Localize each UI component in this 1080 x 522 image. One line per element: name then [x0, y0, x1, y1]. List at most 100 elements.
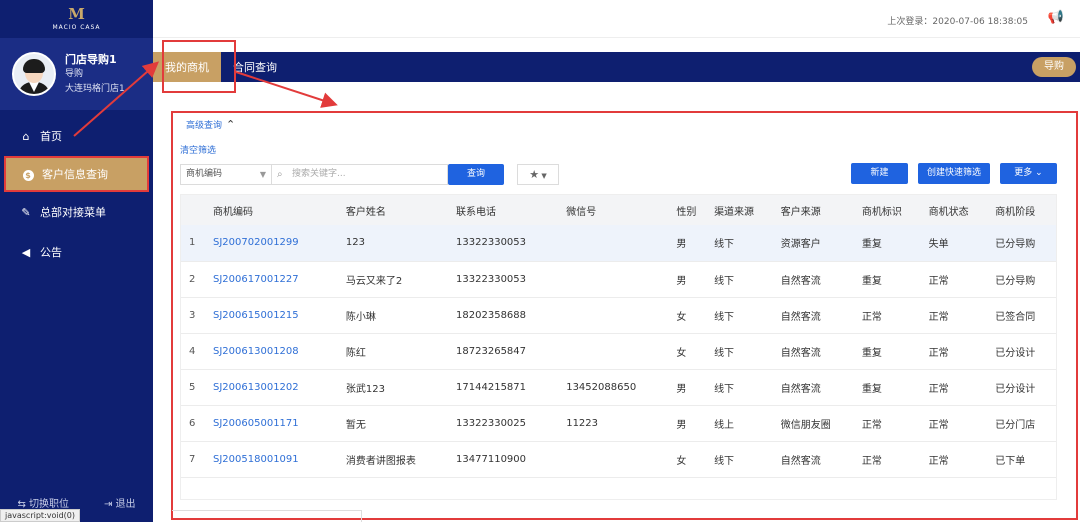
- cell-gender: 女: [670, 333, 709, 370]
- logo-mark: M: [68, 5, 85, 23]
- user-store: 大连玛格门店1: [65, 83, 125, 94]
- row-index: 7: [181, 441, 207, 478]
- table-row[interactable]: 3 SJ200615001215 陈小琳 18202358688 女线下 自然客流 正常 正常…: [181, 297, 1056, 334]
- sidebar-item-notice[interactable]: ◀ 公告: [0, 232, 153, 272]
- col-header[interactable]: 客户姓名: [339, 195, 451, 225]
- cell-channel: 线上: [708, 405, 775, 442]
- row-index: 6: [181, 405, 207, 442]
- browser-status-bar: javascript:void(0): [0, 509, 81, 522]
- cell-flag: 重复: [855, 369, 923, 406]
- col-header[interactable]: 渠道来源: [708, 195, 775, 225]
- opportunity-code-link[interactable]: SJ200615001215: [207, 297, 340, 334]
- cell-stage: 已下单: [989, 441, 1056, 478]
- sidebar-item-customer-query[interactable]: $ 客户信息查询: [4, 156, 149, 192]
- user-profile: 门店导购1 导购 大连玛格门店1: [0, 38, 153, 110]
- user-name: 门店导购1: [65, 52, 117, 66]
- tab-bar: 我的商机 合同查询 导购: [153, 52, 1080, 82]
- megaphone-icon: ◀: [21, 245, 31, 259]
- col-header[interactable]: 联系电话: [450, 195, 561, 225]
- switch-position-button[interactable]: ⇆ 切换职位: [17, 495, 69, 510]
- opportunity-code-link[interactable]: SJ200702001299: [207, 225, 340, 262]
- sidebar-item-label: 客户信息查询: [42, 168, 108, 181]
- table-row[interactable]: 7 SJ200518001091 消费者讲图报表 13477110900 女线下 自然客流…: [181, 441, 1056, 478]
- col-header[interactable]: 商机编码: [207, 195, 340, 225]
- cell-channel: 线下: [708, 333, 775, 370]
- table-row[interactable]: 6 SJ200605001171 暂无 13322330025 11223 男线上 微信朋友…: [181, 405, 1056, 442]
- more-button[interactable]: 更多 ⌄: [1000, 163, 1057, 184]
- new-button[interactable]: 新建: [851, 163, 908, 184]
- cell-name: 陈红: [339, 333, 451, 370]
- cell-flag: 重复: [855, 225, 923, 262]
- tab-my-opportunities[interactable]: 我的商机: [153, 52, 221, 82]
- cell-stage: 已分门店: [989, 405, 1056, 442]
- cell-source: 自然客流: [774, 261, 856, 298]
- col-header[interactable]: 客户来源: [774, 195, 856, 225]
- cell-source: 自然客流: [774, 333, 856, 370]
- row-index: 5: [181, 369, 207, 406]
- cell-gender: 女: [670, 441, 709, 478]
- tab-contract-query[interactable]: 合同查询: [221, 52, 289, 82]
- cell-name: 暂无: [339, 405, 451, 442]
- cell-status: 正常: [922, 369, 990, 406]
- logout-button[interactable]: ⇥ 退出: [104, 495, 136, 510]
- favorite-filter-button[interactable]: ★ ▼: [517, 164, 559, 185]
- sidebar-item-hq-menu[interactable]: ✎ 总部对接菜单: [0, 192, 153, 232]
- row-index: 1: [181, 225, 207, 262]
- cell-stage: 已分导购: [989, 261, 1056, 298]
- chevron-down-icon: ⌄: [1035, 168, 1043, 178]
- cell-wechat: 13452088650: [560, 369, 671, 406]
- top-header: 上次登录：2020-07-06 18:38:05 📢: [153, 0, 1080, 38]
- cell-phone: 13322330053: [450, 225, 561, 262]
- sidebar: M MACIO CASA 门店导购1 导购 大连玛格门店1 ⌂ 首页 $ 客户信…: [0, 0, 153, 522]
- cell-wechat: [560, 261, 671, 298]
- cell-channel: 线下: [708, 297, 775, 334]
- announcement-icon[interactable]: 📢: [1048, 10, 1064, 25]
- sidebar-footer: ⇆ 切换职位 ⇥ 退出: [0, 495, 153, 510]
- opportunity-code-link[interactable]: SJ200617001227: [207, 261, 340, 298]
- opportunity-code-link[interactable]: SJ200518001091: [207, 441, 340, 478]
- col-header[interactable]: 商机阶段: [989, 195, 1056, 225]
- cell-phone: 17144215871: [450, 369, 561, 406]
- field-select[interactable]: 商机编码 ▼: [180, 164, 272, 185]
- cell-name: 张武123: [339, 369, 451, 406]
- cell-source: 自然客流: [774, 297, 856, 334]
- opportunity-code-link[interactable]: SJ200605001171: [207, 405, 340, 442]
- sidebar-item-home[interactable]: ⌂ 首页: [0, 116, 153, 156]
- table-row[interactable]: 2 SJ200617001227 马云又来了2 13322330053 男线下 自然客流重…: [181, 261, 1056, 298]
- cell-source: 资源客户: [774, 225, 856, 262]
- cell-name: 123: [339, 225, 451, 262]
- cell-gender: 男: [670, 261, 709, 298]
- table-header-row: 商机编码 客户姓名 联系电话 微信号 性别 渠道来源 客户来源 商机标识 商机状…: [181, 195, 1056, 225]
- col-header[interactable]: 性别: [670, 195, 709, 225]
- advanced-search-toggle[interactable]: 高级查询 ⌃: [186, 118, 235, 131]
- col-header[interactable]: 商机状态: [922, 195, 990, 225]
- sidebar-item-label: 总部对接菜单: [40, 206, 106, 219]
- cell-wechat: 11223: [560, 405, 671, 442]
- horizontal-scrollbar[interactable]: [172, 510, 362, 522]
- opportunity-code-link[interactable]: SJ200613001202: [207, 369, 340, 406]
- table-row[interactable]: 1 SJ200702001299 123 13322330053 男线下 资源客户 重复 失单…: [181, 225, 1056, 262]
- clear-filter-link[interactable]: 清空筛选: [180, 143, 216, 156]
- cell-wechat: [560, 441, 671, 478]
- col-header[interactable]: 商机标识: [855, 195, 923, 225]
- col-header[interactable]: 微信号: [560, 195, 671, 225]
- cell-status: 失单: [922, 225, 990, 262]
- cell-name: 马云又来了2: [339, 261, 451, 298]
- search-icon: ⌕: [277, 169, 283, 180]
- opportunity-code-link[interactable]: SJ200613001208: [207, 333, 340, 370]
- cell-status: 正常: [922, 333, 990, 370]
- cell-flag: 正常: [855, 297, 923, 334]
- table-row[interactable]: 4 SJ200613001208 陈红 18723265847 女线下 自然客流 重复 正常已…: [181, 333, 1056, 370]
- cell-phone: 18202358688: [450, 297, 561, 334]
- query-button[interactable]: 查询: [448, 164, 504, 185]
- logo-text: MACIO CASA: [52, 24, 101, 31]
- chevron-up-icon: ⌃: [226, 118, 236, 131]
- table-row[interactable]: 5 SJ200613001202 张武123 17144215871 134520886…: [181, 369, 1056, 406]
- cell-flag: 重复: [855, 333, 923, 370]
- brand-logo[interactable]: M MACIO CASA: [0, 0, 153, 38]
- star-icon: ★: [529, 168, 540, 181]
- sidebar-item-label: 首页: [40, 130, 62, 143]
- create-quick-filter-button[interactable]: 创建快速筛选: [918, 163, 990, 184]
- search-input[interactable]: ⌕ 搜索关键字...: [272, 164, 448, 185]
- role-pill[interactable]: 导购: [1032, 57, 1076, 77]
